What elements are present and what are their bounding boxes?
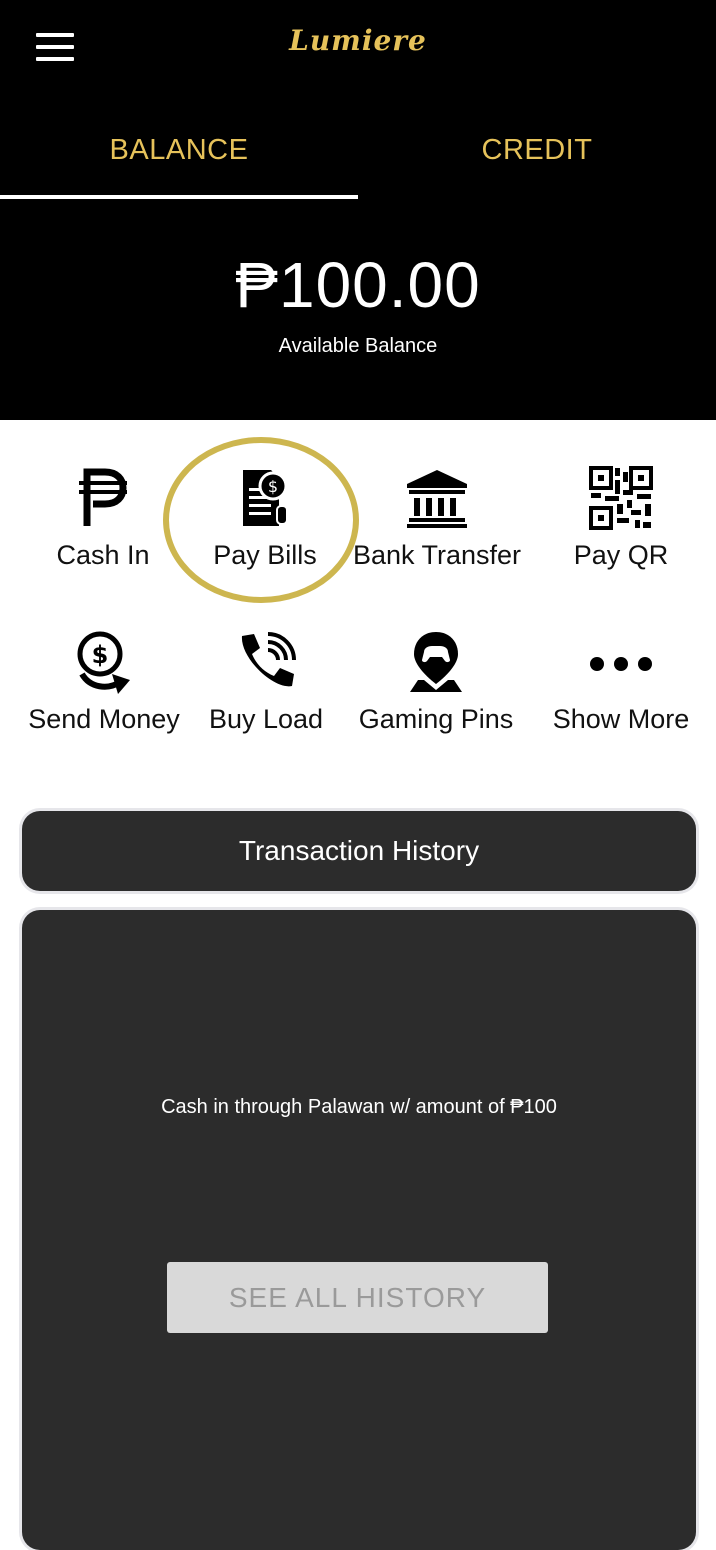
bank-transfer-button[interactable]: Bank Transfer — [337, 466, 537, 571]
app-header: Lumiere BALANCE CREDIT ₱100.00 Available… — [0, 0, 716, 420]
qr-code-icon — [589, 466, 653, 530]
active-tab-indicator — [0, 195, 358, 199]
balance-amount: ₱100.00 — [235, 249, 481, 321]
history-item: Cash in through Palawan w/ amount of ₱10… — [161, 1096, 557, 1118]
gaming-pins-button[interactable]: Gaming Pins — [336, 630, 536, 735]
pay-qr-label: Pay QR — [573, 540, 669, 570]
gaming-pin-icon — [410, 632, 462, 692]
tab-credit[interactable]: CREDIT — [358, 134, 716, 167]
transaction-history-panel: Cash in through Palawan w/ amount of ₱10… — [22, 910, 696, 1550]
bank-icon — [407, 470, 467, 528]
svg-text:$: $ — [92, 641, 109, 669]
phone-icon — [241, 632, 296, 687]
peso-icon — [79, 468, 127, 526]
show-more-label: Show More — [552, 704, 690, 734]
show-more-button[interactable]: Show More — [521, 630, 716, 735]
brand-logo: Lumiere — [289, 24, 427, 57]
balance-label: Available Balance — [278, 335, 438, 357]
highlight-ring — [163, 437, 359, 603]
tab-balance[interactable]: BALANCE — [0, 134, 358, 167]
pay-qr-button[interactable]: Pay QR — [521, 466, 716, 571]
transaction-history-title: Transaction History — [238, 835, 480, 866]
bank-transfer-label: Bank Transfer — [352, 540, 522, 570]
gaming-pins-label: Gaming Pins — [358, 704, 514, 734]
more-icon — [590, 657, 652, 671]
send-money-icon: $ — [77, 631, 130, 694]
transaction-history-header[interactable]: Transaction History — [22, 811, 696, 891]
see-all-history-button[interactable]: SEE ALL HISTORY — [167, 1262, 548, 1333]
